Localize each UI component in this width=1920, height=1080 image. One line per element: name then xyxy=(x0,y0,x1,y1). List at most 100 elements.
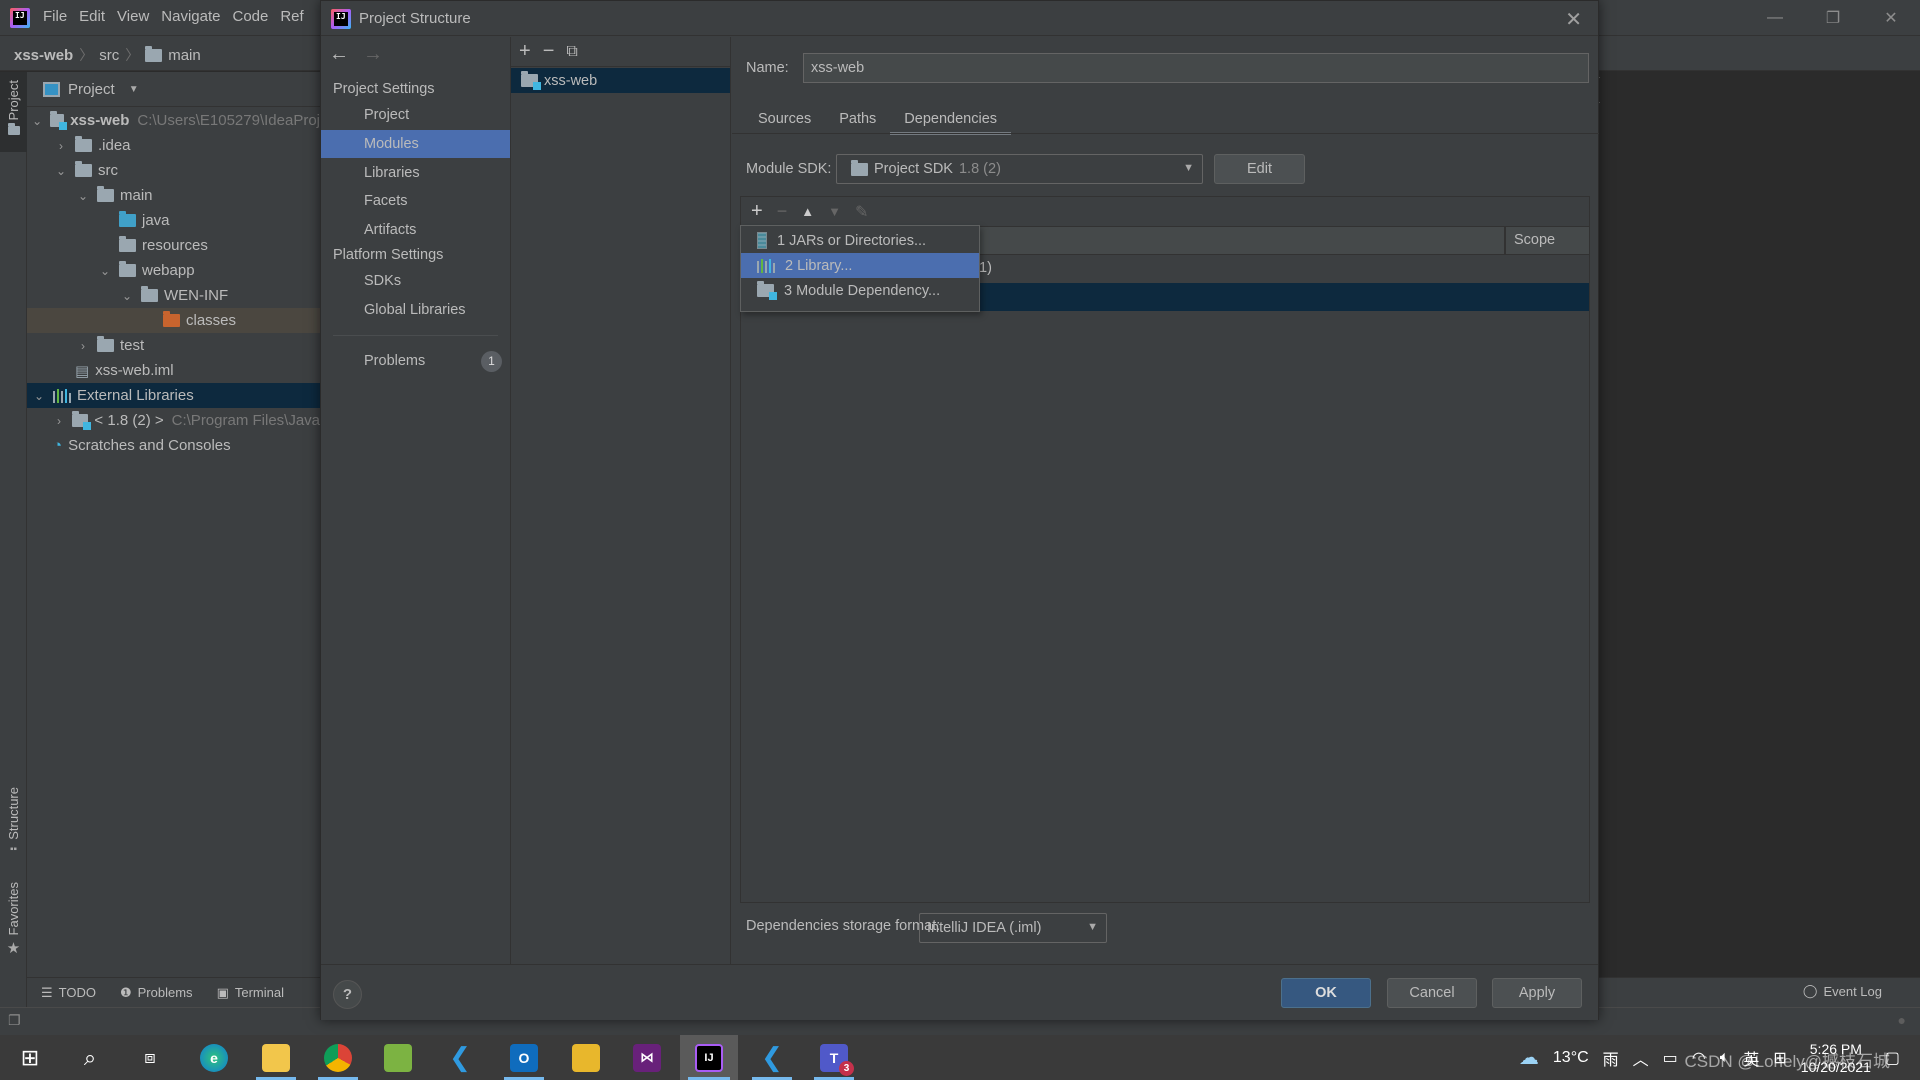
taskbar-vscode[interactable]: ❮ xyxy=(432,1035,488,1080)
chevron-down-icon[interactable]: ⌄ xyxy=(97,264,113,278)
forward-arrow-icon[interactable]: → xyxy=(363,43,383,66)
edit-sdk-button[interactable]: Edit xyxy=(1214,154,1305,184)
tree-item[interactable]: resources xyxy=(27,233,320,258)
add-module-icon[interactable]: + xyxy=(519,40,531,63)
restore-button[interactable]: ❐ xyxy=(1804,0,1862,36)
taskbar-chrome[interactable] xyxy=(310,1035,366,1080)
project-view-select[interactable]: Project xyxy=(68,81,115,98)
notification-icon[interactable]: ● xyxy=(1898,1012,1906,1028)
chevron-down-icon[interactable]: ▼ xyxy=(129,84,139,95)
close-window-button[interactable]: ✕ xyxy=(1862,0,1920,36)
weather-rain-icon[interactable]: ☁ xyxy=(1519,1045,1539,1070)
remove-dependency-icon[interactable]: − xyxy=(777,201,788,222)
minimize-button[interactable]: — xyxy=(1746,0,1804,36)
module-sdk-select[interactable]: Project SDK 1.8 (2) ▼ xyxy=(836,154,1203,184)
cancel-button[interactable]: Cancel xyxy=(1387,978,1477,1008)
notifications-icon[interactable]: ▢ xyxy=(1885,1048,1900,1068)
tree-item[interactable]: › test xyxy=(27,333,320,358)
menu-view[interactable]: View xyxy=(117,8,149,25)
move-down-icon[interactable]: ▼ xyxy=(828,204,841,219)
menu-file[interactable]: File xyxy=(43,8,67,25)
sidebar-item-sdks[interactable]: SDKs xyxy=(321,267,510,295)
stripe-tab-structure[interactable]: Structure ▪▪ xyxy=(0,787,27,867)
sidebar-item-modules[interactable]: Modules xyxy=(321,130,510,158)
tree-item[interactable]: ⌄ xss-web C:\Users\E105279\IdeaProj xyxy=(27,108,320,133)
breadcrumb-src[interactable]: src xyxy=(99,47,119,64)
breadcrumb-project[interactable]: xss-web xyxy=(14,47,73,64)
sidebar-item-global-libraries[interactable]: Global Libraries xyxy=(321,296,510,324)
chevron-down-icon[interactable]: ⌄ xyxy=(53,164,69,178)
chevron-right-icon[interactable]: › xyxy=(53,139,69,153)
tool-tab-problems[interactable]: ❶ Problems xyxy=(120,985,193,1001)
move-up-icon[interactable]: ▲ xyxy=(801,204,814,219)
module-name-input[interactable]: xss-web xyxy=(803,53,1589,83)
back-arrow-icon[interactable]: ← xyxy=(329,43,349,66)
chevron-down-icon[interactable]: ⌄ xyxy=(75,189,91,203)
tab-sources[interactable]: Sources xyxy=(744,105,825,135)
show-hidden-icons[interactable]: ︿ xyxy=(1633,1046,1649,1070)
tree-item[interactable]: classes xyxy=(27,308,320,333)
weather-temperature[interactable]: 13°C xyxy=(1553,1049,1589,1067)
tool-tab-todo[interactable]: ☰ TODO xyxy=(41,985,96,1001)
volume-icon[interactable]: 🔈︎ xyxy=(1720,1049,1730,1067)
breadcrumb-main[interactable]: main xyxy=(168,47,201,64)
taskbar-edge[interactable]: e xyxy=(186,1035,242,1080)
menu-navigate[interactable]: Navigate xyxy=(161,8,220,25)
wifi-icon[interactable]: ◠ xyxy=(1692,1048,1706,1068)
taskbar-teams[interactable]: T3 xyxy=(806,1035,862,1080)
event-log-button[interactable]: ◯ Event Log xyxy=(1803,983,1882,999)
menu-code[interactable]: Code xyxy=(232,8,268,25)
tree-item[interactable]: ⌄ External Libraries xyxy=(27,383,320,408)
module-list-item[interactable]: xss-web xyxy=(511,68,730,93)
menu-edit[interactable]: Edit xyxy=(79,8,105,25)
tree-item[interactable]: ⌄ WEN-INF xyxy=(27,283,320,308)
tool-tab-terminal[interactable]: ▣ Terminal xyxy=(217,985,284,1001)
input-method-indicator[interactable]: 英 xyxy=(1743,1046,1759,1070)
chevron-down-icon[interactable]: ⌄ xyxy=(30,114,43,128)
tab-paths[interactable]: Paths xyxy=(825,105,890,135)
task-view-button[interactable]: ⧈ xyxy=(122,1035,178,1080)
clock[interactable]: 5:26 PM 10/20/2021 xyxy=(1801,1040,1871,1076)
weather-text[interactable]: 雨 xyxy=(1603,1046,1619,1070)
column-header-scope[interactable]: Scope xyxy=(1504,227,1555,255)
edit-pencil-icon[interactable]: ✎ xyxy=(855,202,868,222)
sidebar-item-project[interactable]: Project xyxy=(321,101,510,129)
tree-item[interactable]: ⌄ webapp xyxy=(27,258,320,283)
tree-item[interactable]: ◔ Scratches and Consoles xyxy=(27,433,320,458)
start-button[interactable]: ⊞ xyxy=(2,1035,58,1080)
taskbar-file-explorer[interactable] xyxy=(248,1035,304,1080)
taskbar-vscode-2[interactable]: ❮ xyxy=(744,1035,800,1080)
popup-item-module-dependency[interactable]: 3 Module Dependency... xyxy=(741,278,979,303)
storage-format-select[interactable]: IntelliJ IDEA (.iml) ▼ xyxy=(919,913,1107,943)
taskbar-outlook[interactable]: O xyxy=(496,1035,552,1080)
remove-module-icon[interactable]: − xyxy=(543,40,555,63)
dialog-close-button[interactable]: ✕ xyxy=(1565,7,1582,32)
battery-icon[interactable]: ▭ xyxy=(1663,1048,1678,1068)
chevron-right-icon[interactable]: › xyxy=(51,414,66,428)
tree-item[interactable]: › < 1.8 (2) > C:\Program Files\Java xyxy=(27,408,320,433)
taskbar-visual-studio[interactable]: ⋈ xyxy=(619,1035,675,1080)
tree-item[interactable]: ▤ xss-web.iml xyxy=(27,358,320,383)
tree-item[interactable]: › .idea xyxy=(27,133,320,158)
sidebar-item-problems[interactable]: Problems 1 xyxy=(321,347,510,375)
copy-module-icon[interactable]: ⧉ xyxy=(566,43,577,61)
tree-item[interactable]: java xyxy=(27,208,320,233)
search-button[interactable]: ⌕ xyxy=(62,1035,118,1080)
chevron-down-icon[interactable]: ⌄ xyxy=(31,389,47,403)
menu-refactor[interactable]: Ref xyxy=(280,8,303,25)
taskbar-app[interactable] xyxy=(558,1035,614,1080)
taskbar-intellij[interactable]: IJ xyxy=(680,1035,738,1080)
sidebar-item-facets[interactable]: Facets xyxy=(321,187,510,215)
ime-mode-icon[interactable]: ⊞ xyxy=(1773,1048,1786,1068)
tree-item[interactable]: ⌄ src xyxy=(27,158,320,183)
toggle-tool-windows-icon[interactable]: ❐ xyxy=(8,1012,21,1029)
stripe-tab-project[interactable]: Project xyxy=(0,72,27,152)
chevron-right-icon[interactable]: › xyxy=(75,339,91,353)
sidebar-item-artifacts[interactable]: Artifacts xyxy=(321,216,510,244)
help-button[interactable]: ? xyxy=(333,980,362,1009)
ok-button[interactable]: OK xyxy=(1281,978,1371,1008)
sidebar-item-libraries[interactable]: Libraries xyxy=(321,159,510,187)
popup-item-library[interactable]: 2 Library... xyxy=(741,253,979,278)
chevron-down-icon[interactable]: ⌄ xyxy=(119,289,135,303)
add-dependency-icon[interactable]: + xyxy=(751,200,763,223)
